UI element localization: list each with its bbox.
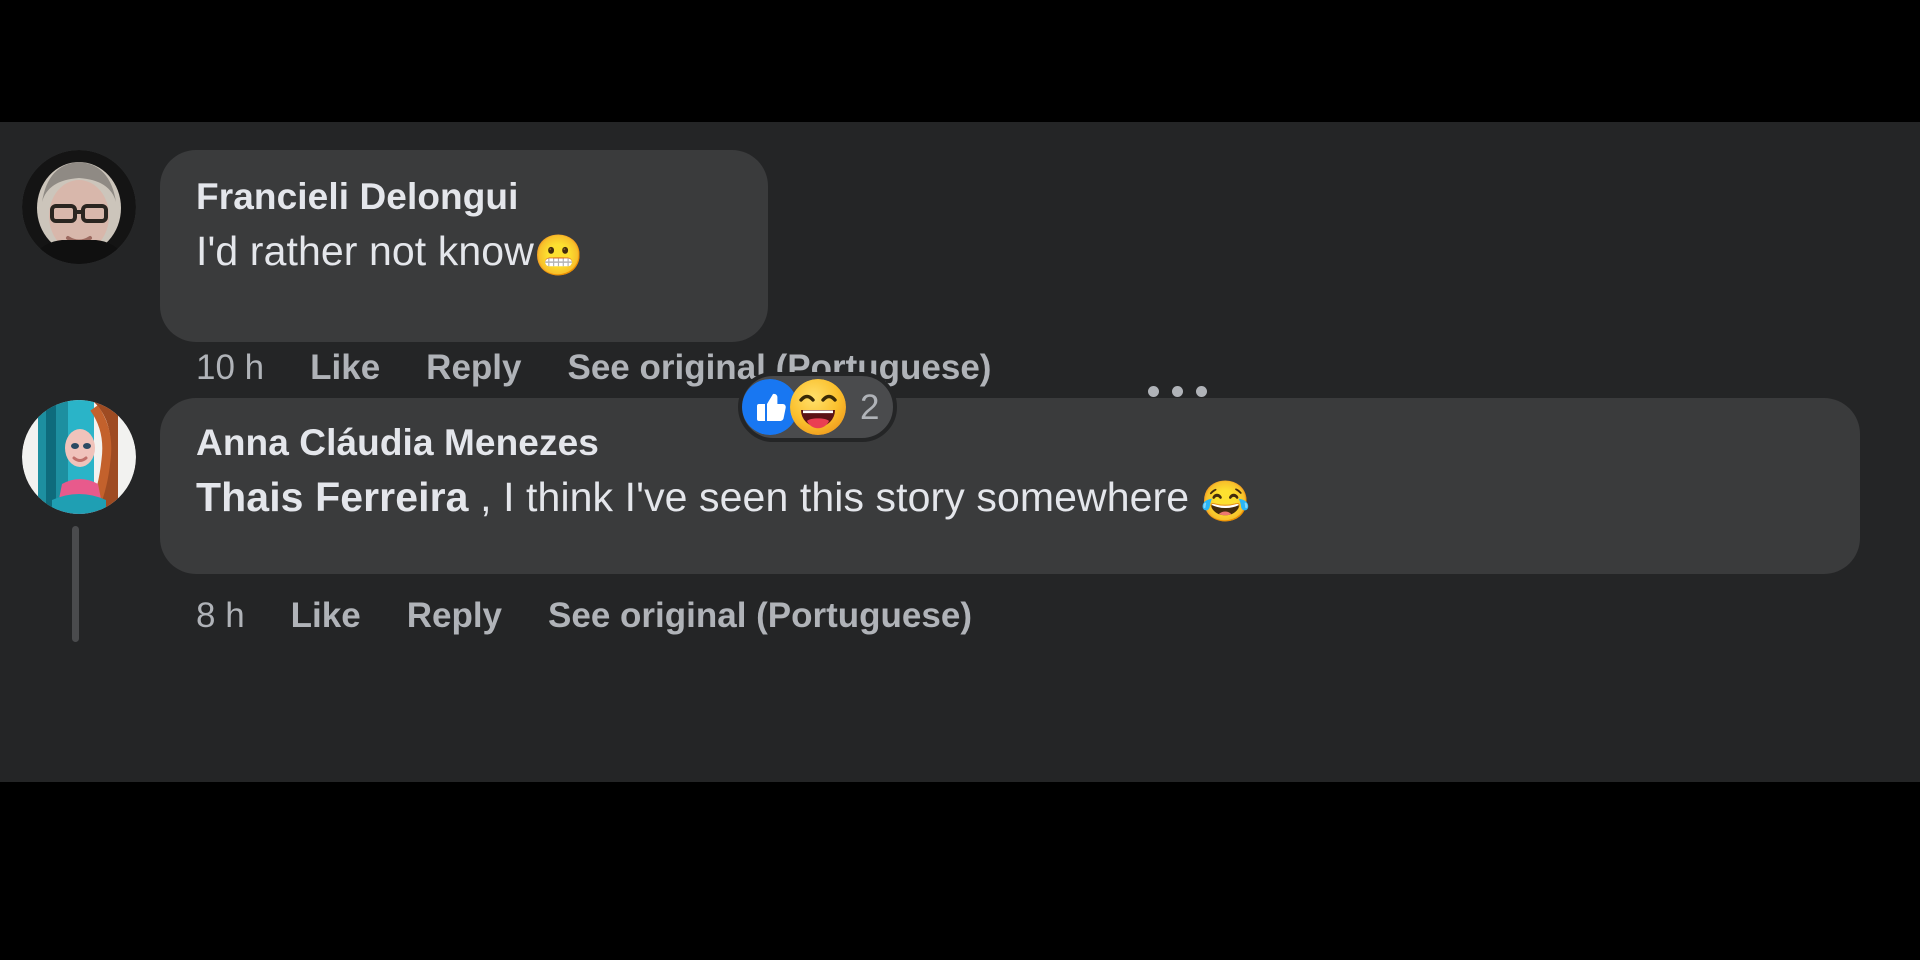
grimacing-face-emoji: 😬 (533, 233, 584, 278)
comment-mention-link[interactable]: Thais Ferreira (196, 474, 469, 520)
comment-timestamp: 10 h (196, 348, 265, 387)
letterbox-bottom-bar (0, 782, 1920, 960)
reaction-count: 2 (860, 387, 880, 427)
comment-author-name[interactable]: Anna Cláudia Menezes (196, 422, 1824, 465)
letterbox-top-bar (0, 0, 1920, 122)
comment-text: I'd rather not know (196, 227, 534, 274)
comment-author-name[interactable]: Francieli Delongui (196, 176, 732, 219)
reply-button[interactable]: Reply (426, 348, 521, 388)
comment-body-text: I'd rather not know😬 (196, 227, 732, 280)
reply-button[interactable]: Reply (407, 596, 502, 636)
face-with-tears-of-joy-emoji: 😂 (1200, 479, 1251, 524)
comment-bubble: Anna Cláudia Menezes Thais Ferreira , I … (160, 398, 1860, 574)
like-button[interactable]: Like (291, 596, 361, 636)
comment-body-text: Thais Ferreira , I think I've seen this … (196, 473, 1824, 526)
avatar-francieli-delongui[interactable] (22, 150, 136, 264)
screenshot-frame: Francieli Delongui I'd rather not know😬 (0, 0, 1920, 960)
comment-thread-surface: Francieli Delongui I'd rather not know😬 (0, 122, 1920, 782)
comment-timestamp: 8 h (196, 596, 245, 635)
reaction-pill[interactable]: 2 (738, 372, 898, 442)
menu-dot-icon (1196, 386, 1207, 397)
comment-action-row: 8 h Like Reply See original (Portuguese) (196, 596, 972, 636)
like-button[interactable]: Like (310, 348, 380, 388)
menu-dot-icon (1148, 386, 1159, 397)
haha-laughing-emoji (790, 379, 846, 435)
comment-bubble: Francieli Delongui I'd rather not know😬 (160, 150, 768, 342)
comment-overflow-menu-button[interactable] (1148, 386, 1207, 397)
comment-text: , I think I've seen this story somewhere (468, 473, 1201, 520)
menu-dot-icon (1172, 386, 1183, 397)
see-original-button[interactable]: See original (Portuguese) (548, 596, 972, 636)
thread-connector-line (72, 526, 79, 642)
avatar-anna-claudia-menezes[interactable] (22, 400, 136, 514)
